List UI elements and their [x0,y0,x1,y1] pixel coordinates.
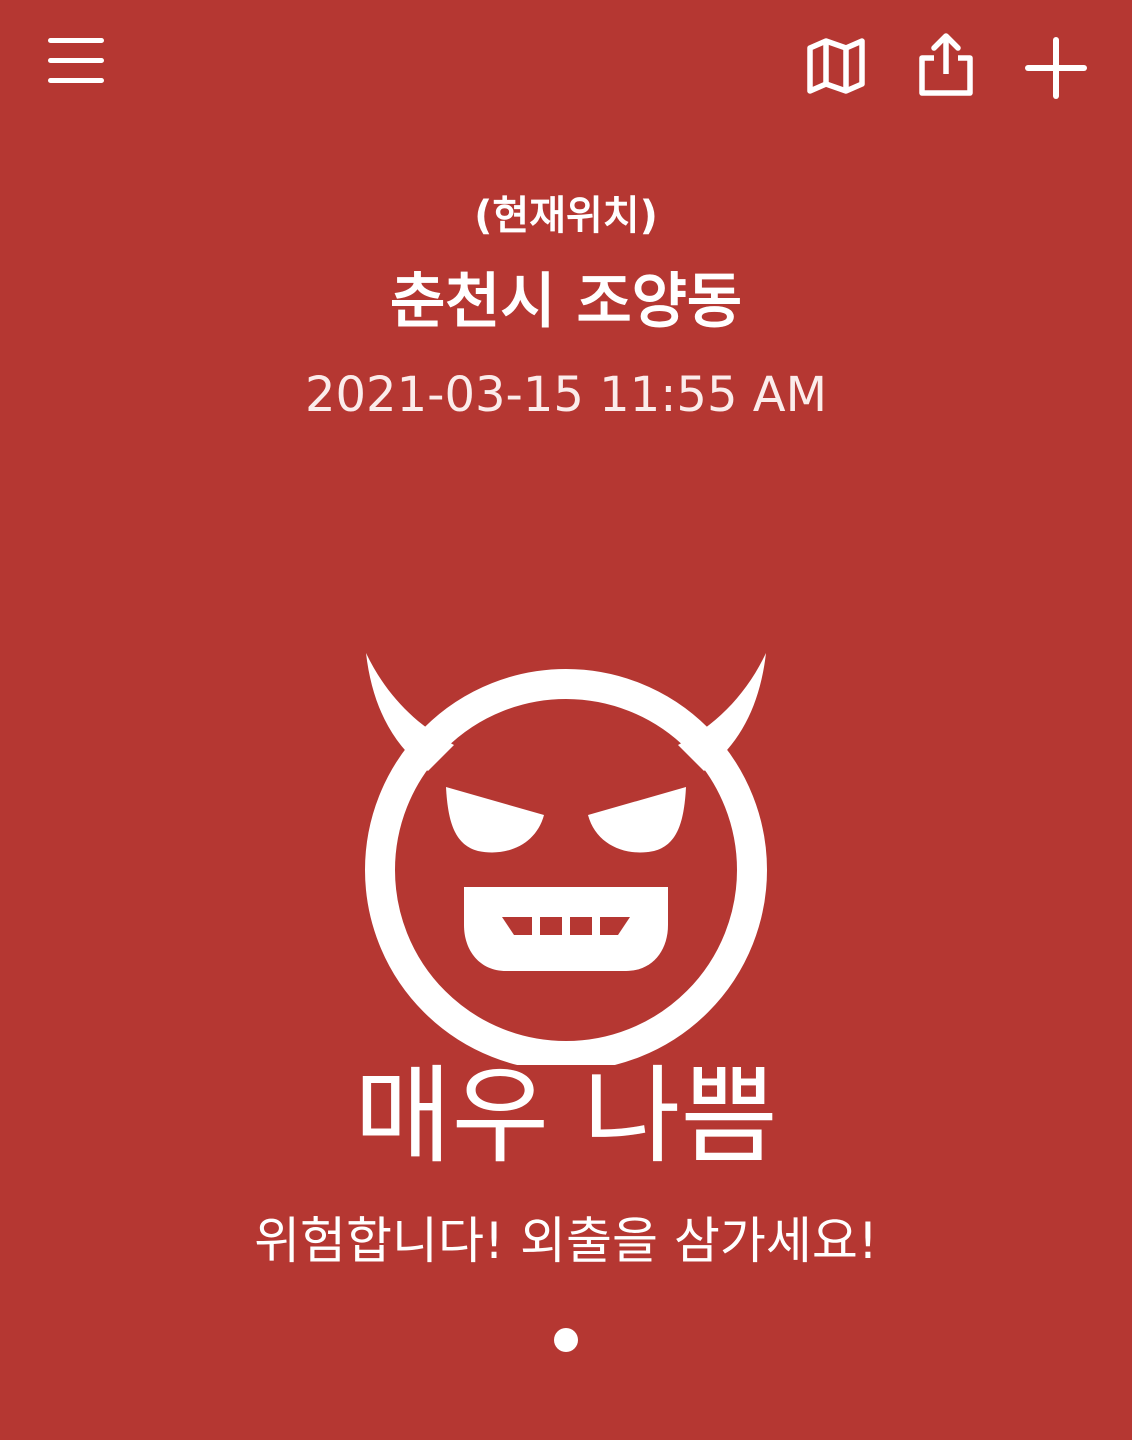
air-quality-message: 위험합니다! 외출을 삼가세요! [254,1212,878,1270]
add-button[interactable] [1022,34,1090,102]
menu-icon [48,38,104,83]
share-button[interactable] [914,30,978,100]
devil-face-icon [365,653,767,1065]
menu-button[interactable] [44,30,110,90]
page-indicator-dot[interactable] [554,1328,578,1352]
map-button[interactable] [802,32,870,100]
current-location-label: (현재위치) [474,193,658,239]
location-name: 춘천시 조양동 [389,267,743,337]
top-toolbar [0,0,1132,130]
map-icon [807,38,865,94]
plus-icon [1025,37,1087,99]
air-quality-status: 매우 나쁨 [354,1055,778,1178]
share-icon [919,33,973,96]
measurement-timestamp: 2021-03-15 11:55 AM [304,367,828,423]
air-quality-face [356,645,776,1065]
